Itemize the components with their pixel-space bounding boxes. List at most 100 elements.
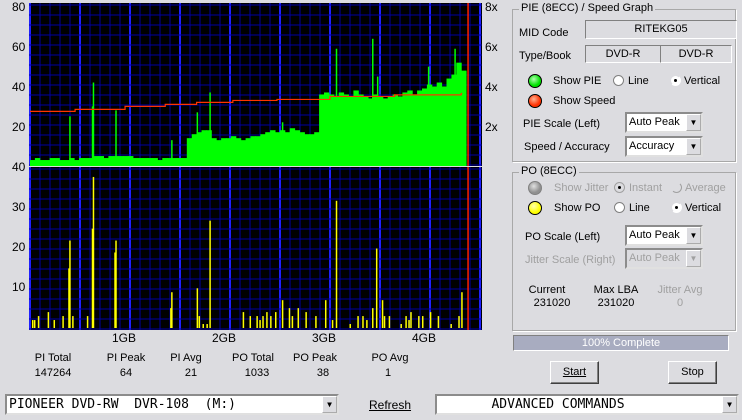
- mid-code-label: MID Code: [519, 27, 569, 39]
- pie-vertical-radio[interactable]: [670, 75, 681, 86]
- po-line-radio[interactable]: [614, 202, 625, 213]
- pie-bar: [348, 96, 354, 166]
- po-bar: [375, 248, 378, 328]
- pie-bar: [64, 160, 70, 166]
- po-bar: [305, 312, 307, 328]
- po-bar: [324, 300, 327, 328]
- po-bar: [202, 324, 204, 328]
- pie-bar: [265, 132, 271, 166]
- show-pie-toggle[interactable]: [528, 74, 542, 88]
- jitter-instant-label: Instant: [629, 182, 663, 194]
- stop-button[interactable]: Stop: [668, 361, 717, 384]
- max-lba-label: Max LBA: [593, 284, 639, 296]
- speed-accuracy-select[interactable]: Accuracy ▼: [625, 136, 703, 157]
- pie-bar: [407, 90, 413, 166]
- po-bar: [458, 316, 460, 328]
- x-axis-tick: 4GB: [412, 331, 437, 345]
- po-bar: [408, 320, 410, 328]
- x-axis-tick: 3GB: [312, 331, 337, 345]
- pie-bar: [314, 132, 320, 166]
- pie-spike: [372, 38, 374, 166]
- pie-scale-select[interactable]: Auto Peak ▼: [625, 112, 703, 133]
- drive-select[interactable]: PIONEER DVD-RW DVR-108 (M:) ▼: [5, 394, 339, 415]
- pie-bar: [270, 130, 276, 166]
- pie-bar: [299, 132, 305, 166]
- pie-bar: [245, 138, 251, 166]
- po-scale-select[interactable]: Auto Peak ▼: [625, 225, 703, 246]
- pie-bar: [79, 158, 85, 166]
- jitter-average-label: Average: [685, 182, 726, 194]
- pie-bar: [186, 138, 193, 166]
- pie-bar: [98, 156, 104, 166]
- pie-bar: [142, 158, 149, 166]
- po-peak-label: PO Peak: [292, 352, 338, 364]
- pie-bar: [54, 158, 60, 166]
- po-scale-value: Auto Peak: [629, 229, 680, 241]
- po-bar: [291, 316, 294, 328]
- current-value: 231020: [533, 297, 571, 309]
- pie-bar: [451, 74, 457, 166]
- show-pie-label: Show PIE: [553, 75, 602, 87]
- pie-bar: [221, 138, 227, 166]
- chevron-down-icon: ▼: [686, 250, 701, 267]
- po-bar: [37, 316, 40, 328]
- pie-bar: [284, 132, 291, 166]
- pie-bar: [230, 136, 237, 166]
- pie-bar: [211, 138, 217, 166]
- show-speed-toggle[interactable]: [528, 94, 542, 108]
- advanced-commands-select[interactable]: ADVANCED COMMANDS ▼: [435, 394, 739, 415]
- refresh-button[interactable]: Refresh: [369, 398, 411, 412]
- chevron-down-icon[interactable]: ▼: [722, 396, 737, 413]
- pie-spike: [171, 140, 173, 166]
- pie-bar: [255, 136, 261, 166]
- po-avg-value: 1: [384, 367, 392, 379]
- show-po-toggle[interactable]: [528, 201, 542, 215]
- pie-axis-tick: 60: [12, 40, 26, 54]
- chevron-down-icon[interactable]: ▼: [686, 227, 701, 244]
- po-bar: [381, 300, 384, 328]
- jitter-instant-radio: [614, 182, 625, 193]
- pie-group-title: PIE (8ECC) / Speed Graph: [519, 2, 656, 14]
- pie-bar: [358, 94, 364, 166]
- start-label: Start: [562, 366, 587, 378]
- book-type-value: DVD-R: [660, 45, 732, 63]
- po-graph: [29, 167, 482, 330]
- show-speed-label: Show Speed: [553, 95, 616, 107]
- po-bar: [429, 312, 432, 328]
- po-bar: [437, 316, 440, 328]
- speed-axis-tick: 4x: [485, 80, 498, 94]
- pie-bar: [304, 134, 310, 166]
- speed-axis-tick: 2x: [485, 120, 498, 134]
- pie-line-label: Line: [628, 75, 649, 87]
- po-bar: [366, 320, 368, 328]
- pie-bar: [172, 158, 178, 166]
- pie-bar: [162, 158, 168, 166]
- pie-bar: [49, 158, 55, 166]
- po-vertical-radio[interactable]: [671, 202, 682, 213]
- pie-bar: [382, 98, 389, 166]
- show-po-label: Show PO: [554, 202, 601, 214]
- po-bar: [86, 316, 89, 328]
- pie-spike: [209, 92, 211, 166]
- po-bar: [450, 324, 452, 328]
- pie-bar: [152, 158, 158, 166]
- pie-bar: [103, 158, 109, 166]
- x-axis-tick: 2GB: [212, 331, 237, 345]
- jitter-scale-value: Auto Peak: [629, 252, 680, 264]
- po-bar: [388, 316, 391, 328]
- po-bar: [297, 308, 300, 328]
- po-bar: [372, 308, 374, 328]
- pie-bar: [39, 160, 46, 166]
- jitter-scale-select: Auto Peak ▼: [625, 248, 703, 269]
- po-bar: [262, 316, 264, 328]
- pie-bar: [417, 90, 423, 166]
- chevron-down-icon[interactable]: ▼: [686, 114, 701, 131]
- chevron-down-icon[interactable]: ▼: [322, 396, 337, 413]
- po-total-label: PO Total: [232, 352, 274, 364]
- chevron-down-icon[interactable]: ▼: [686, 138, 701, 155]
- pie-line-radio[interactable]: [613, 75, 624, 86]
- po-bar: [270, 316, 272, 328]
- pie-bar: [216, 140, 222, 166]
- start-button[interactable]: Start: [550, 361, 599, 384]
- pie-bar: [226, 138, 232, 166]
